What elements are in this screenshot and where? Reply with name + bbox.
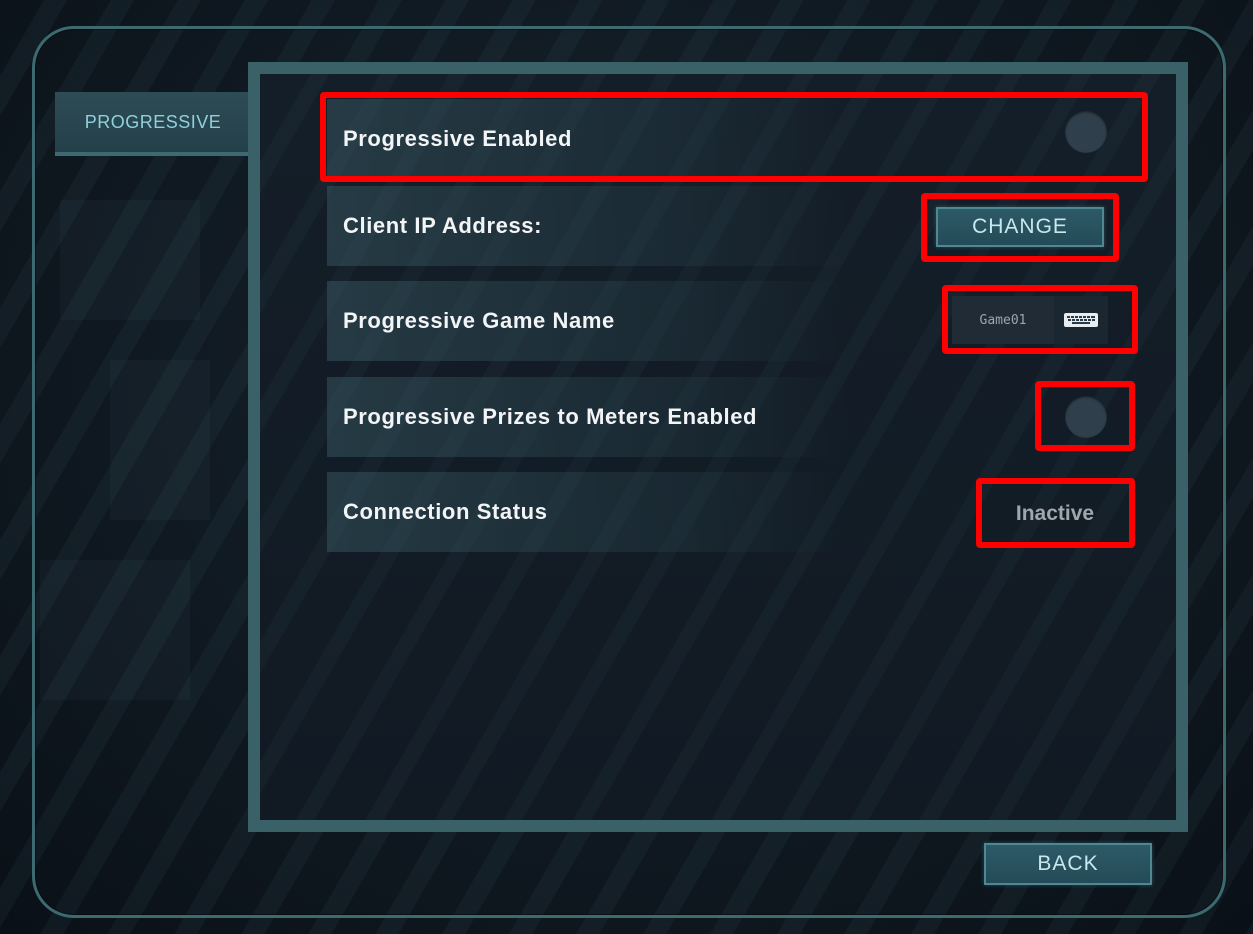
tab-progressive[interactable]: PROGRESSIVE <box>55 92 251 156</box>
progressive-enabled-label: Progressive Enabled <box>343 126 573 151</box>
prizes-to-meters-toggle[interactable] <box>1065 396 1107 438</box>
progressive-enabled-row: Progressive Enabled <box>327 99 1147 179</box>
connection-status-label: Connection Status <box>343 499 548 524</box>
change-ip-button[interactable]: CHANGE <box>936 207 1104 247</box>
client-ip-label: Client IP Address: <box>343 213 543 238</box>
keyboard-icon[interactable] <box>1054 296 1108 344</box>
prizes-to-meters-label: Progressive Prizes to Meters Enabled <box>343 404 758 429</box>
game-name-field[interactable]: Game01 <box>952 296 1108 344</box>
back-button[interactable]: BACK <box>984 843 1152 885</box>
game-name-value: Game01 <box>979 312 1027 328</box>
progressive-enabled-toggle[interactable] <box>1065 111 1107 153</box>
connection-status-value: Inactive <box>1015 502 1095 525</box>
prizes-to-meters-row: Progressive Prizes to Meters Enabled <box>327 377 1147 457</box>
tab-progressive-label: PROGRESSIVE <box>84 111 222 132</box>
game-name-label: Progressive Game Name <box>343 308 615 333</box>
